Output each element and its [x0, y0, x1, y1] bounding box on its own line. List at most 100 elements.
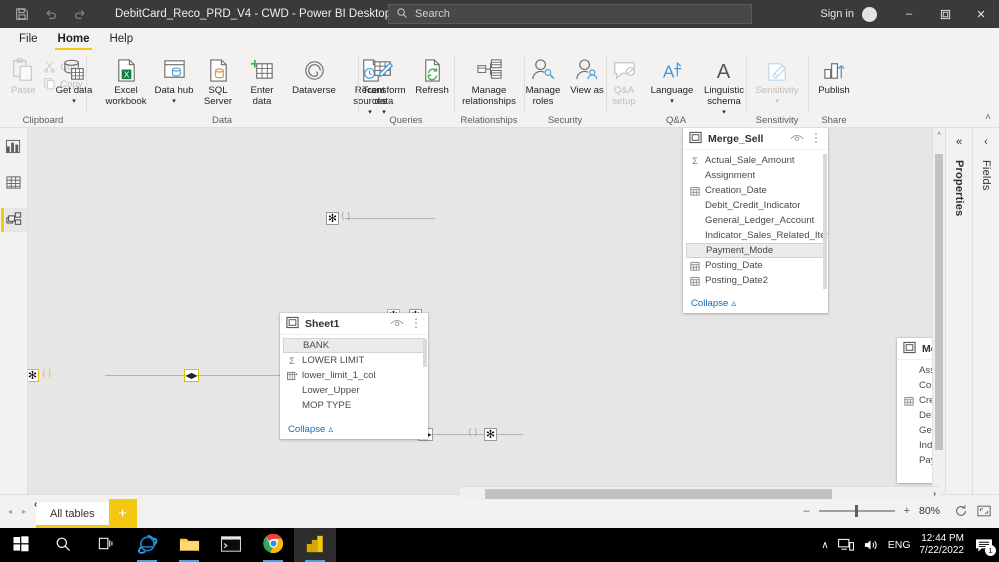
sensitivity-button[interactable]: Sensitivity ▾ [751, 53, 803, 107]
file-explorer-button[interactable] [168, 528, 210, 562]
previous-tab-arrow[interactable]: ◂ [8, 507, 12, 516]
manage-roles-button[interactable]: Manage roles [521, 53, 565, 107]
excel-workbook-button[interactable]: X Excel workbook [100, 53, 152, 107]
data-hub-button[interactable]: Data hub ▾ [152, 53, 196, 107]
terminal-button[interactable] [210, 528, 252, 562]
field-row[interactable]: Posting_Date [683, 258, 828, 273]
linguistic-schema-button[interactable]: A Linguistic schema ▾ [698, 53, 750, 118]
table-header-merge-sell[interactable]: Merge_Sell ⋮ [683, 128, 828, 150]
field-row[interactable]: lower_limit_1_col [280, 368, 428, 383]
fields-pane[interactable]: ‹ Fields [972, 128, 999, 528]
expand-fields-chevron-icon[interactable]: ‹ [984, 136, 988, 152]
tab-help[interactable]: Help [100, 31, 142, 47]
canvas-scroll-thumb[interactable] [935, 154, 943, 450]
sidebar-item-report-view[interactable] [1, 136, 27, 160]
field-row[interactable]: Indicator_Sales_Related_Item [683, 228, 828, 243]
field-row[interactable]: Lower_Upper [280, 383, 428, 398]
relationship-line-merge-sell-right-stub[interactable] [345, 218, 435, 220]
field-row[interactable]: Posting_Date2 [683, 273, 828, 288]
hide-eye-icon[interactable] [790, 133, 804, 144]
search-input[interactable]: Search [415, 8, 450, 20]
tab-file[interactable]: File [10, 31, 47, 47]
save-icon[interactable] [14, 7, 29, 22]
field-row[interactable]: Σ Actual_Sale_Amount [683, 153, 828, 168]
canvas-vertical-scrollbar[interactable]: ˄ ˅ [932, 128, 945, 528]
zoom-in-button[interactable]: + [904, 505, 910, 517]
language-button[interactable]: A Language ▾ [646, 53, 698, 107]
minimize-button[interactable]: – [891, 0, 927, 28]
redo-icon[interactable] [72, 7, 87, 22]
table-collapse-merge-sell[interactable]: Collapse ▵ [683, 293, 828, 313]
internet-explorer-button[interactable] [126, 528, 168, 562]
sign-in-link[interactable]: Sign in [820, 8, 854, 20]
language-indicator[interactable]: ENG [888, 539, 911, 551]
sql-server-button[interactable]: SQL Server [196, 53, 240, 107]
enter-data-button[interactable]: Enter data [240, 53, 284, 107]
notifications-icon[interactable]: 1 [975, 538, 996, 556]
volume-icon[interactable] [863, 538, 879, 552]
hide-eye-icon[interactable] [390, 318, 404, 329]
field-row[interactable]: Debit_Credit_Indicator [683, 198, 828, 213]
clock[interactable]: 12:44 PM 7/22/2022 [920, 533, 965, 557]
collapse-ribbon-button[interactable]: ˄ [985, 112, 991, 123]
zoom-slider-thumb[interactable] [854, 505, 858, 517]
reset-zoom-icon[interactable] [954, 504, 968, 518]
model-canvas[interactable]: ✻ ⟨ ⟩ ◀▶ ✻ ⟨ ⟩ ✻ ⟨ ⟩ ◀▶ ✻ ⟨ ⟩ ✻ ⟨ ⟩ [28, 128, 945, 528]
manage-relationships-button[interactable]: Relationships Manage relationships [457, 53, 521, 107]
dataverse-button[interactable]: Dataverse [284, 53, 344, 96]
table-card-sheet1[interactable]: Sheet1 ⋮ BANK Σ LOWER LIMIT lower_limit_… [280, 313, 428, 439]
field-row[interactable]: Assignment [683, 168, 828, 183]
show-hidden-icons-chevron-icon[interactable]: ∧ [821, 540, 828, 551]
tab-home[interactable]: Home [49, 31, 99, 50]
paste-button[interactable]: Paste [3, 53, 43, 96]
power-bi-button[interactable] [294, 528, 336, 562]
get-data-button[interactable]: Get data ▾ [48, 53, 100, 107]
next-tab-arrow[interactable]: ▸ [22, 507, 26, 516]
chrome-button[interactable] [252, 528, 294, 562]
start-button[interactable] [0, 528, 42, 562]
table-card-merge-sell[interactable]: Merge_Sell ⋮ Σ Actual_Sale_Amount Assign… [683, 128, 828, 313]
tab-all-tables[interactable]: All tables [36, 502, 109, 528]
close-button[interactable]: ✕ [963, 0, 999, 28]
expand-properties-chevron-icon[interactable]: « [956, 136, 962, 152]
field-row[interactable]: MOP TYPE [280, 398, 428, 413]
collapse-pane-arrow[interactable]: ‹ [34, 499, 37, 510]
canvas-hscroll-right-arrow[interactable]: › [933, 487, 936, 500]
table-scrollbar[interactable] [823, 154, 827, 289]
zoom-slider[interactable] [818, 505, 895, 517]
undo-icon[interactable] [43, 7, 58, 22]
publish-button[interactable]: Publish [812, 53, 856, 96]
canvas-hscroll-thumb[interactable] [485, 489, 832, 499]
scroll-up-arrow[interactable]: ˄ [933, 128, 945, 141]
relationship-cardinality-many-merge-sell-right[interactable]: ✻ [326, 212, 339, 225]
field-row-selected[interactable]: BANK [283, 338, 425, 353]
more-options-icon[interactable]: ⋮ [810, 132, 822, 144]
table-collapse-sheet1[interactable]: Collapse ▵ [280, 419, 428, 439]
refresh-button[interactable]: Refresh [410, 53, 454, 96]
network-icon[interactable] [837, 538, 854, 552]
fit-to-page-icon[interactable] [977, 504, 991, 518]
sidebar-item-data-view[interactable] [1, 172, 27, 196]
task-view-button[interactable] [84, 528, 126, 562]
zoom-out-button[interactable]: – [803, 505, 809, 517]
field-row[interactable]: Creation_Date [683, 183, 828, 198]
search-button[interactable] [42, 528, 84, 562]
account-avatar[interactable] [862, 6, 877, 22]
restore-button[interactable] [927, 0, 963, 28]
field-row[interactable]: General_Ledger_Account [683, 213, 828, 228]
qa-setup-button[interactable]: Q&A setup [602, 53, 646, 107]
table-header-sheet1[interactable]: Sheet1 ⋮ [280, 313, 428, 335]
table-scrollbar[interactable] [423, 339, 427, 367]
relationship-cardinality-sheet1-side[interactable]: ✻ [28, 369, 39, 382]
field-row[interactable]: Σ LOWER LIMIT [280, 353, 428, 368]
more-options-icon[interactable]: ⋮ [410, 317, 422, 329]
properties-pane[interactable]: « Properties [945, 128, 972, 528]
relationship-cardinality-many-right-table[interactable]: ✻ [484, 428, 497, 441]
add-page-button[interactable]: + [108, 499, 137, 528]
relationship-crossfilter-sheet1-merge-sell[interactable]: ◀▶ [184, 369, 199, 382]
field-row-selected[interactable]: Payment_Mode [686, 243, 825, 258]
sidebar-item-model-view[interactable] [0, 208, 27, 232]
canvas-horizontal-scrollbar[interactable]: › [460, 486, 940, 500]
transform-data-button[interactable]: Transform data ▾ [358, 53, 410, 118]
search-box[interactable]: Search [388, 4, 752, 24]
